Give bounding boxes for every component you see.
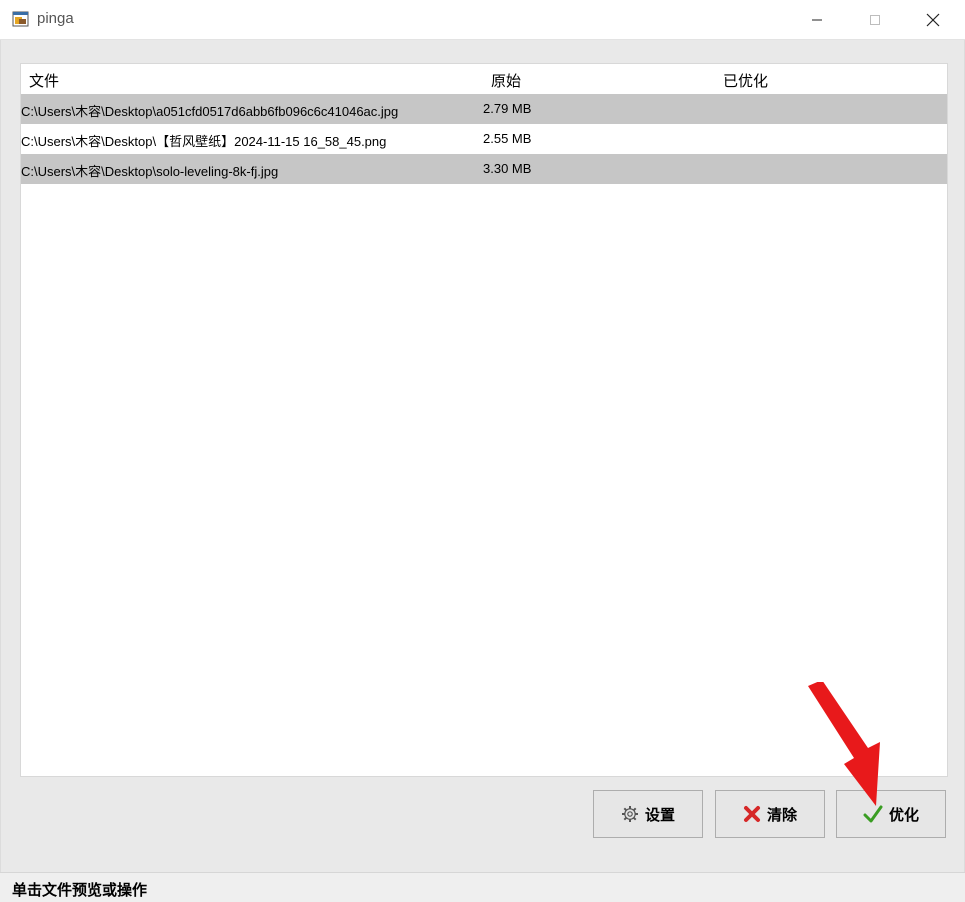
file-rows: C:\Users\木容\Desktop\a051cfd0517d6abb6fb0… (21, 94, 947, 184)
red-x-icon (743, 806, 760, 822)
file-path: C:\Users\木容\Desktop\solo-leveling-8k-fj.… (21, 164, 279, 179)
file-list[interactable]: 文件 原始 已优化 C:\Users\木容\Desktop\a051cfd051… (20, 63, 948, 777)
file-path: C:\Users\木容\Desktop\a051cfd0517d6abb6fb0… (21, 104, 399, 119)
minimize-icon (812, 19, 822, 21)
column-header-original[interactable]: 原始 (491, 70, 521, 91)
original-size: 2.79 MB (483, 101, 532, 116)
green-check-icon (863, 805, 883, 823)
minimize-button[interactable] (788, 0, 846, 40)
original-size: 2.55 MB (483, 131, 532, 146)
clear-button[interactable]: 清除 (715, 790, 825, 838)
settings-button[interactable]: 设置 (593, 790, 703, 838)
list-header: 文件 原始 已优化 (21, 64, 947, 94)
optimize-label: 优化 (888, 806, 919, 824)
window-title: pinga (37, 10, 74, 27)
column-header-file[interactable]: 文件 (29, 70, 59, 91)
maximize-icon (870, 15, 880, 25)
status-bar: 单击文件预览或操作 (0, 872, 965, 902)
table-row[interactable]: C:\Users\木容\Desktop\【哲风壁纸】2024-11-15 16_… (21, 124, 947, 154)
title-bar: pinga (0, 0, 965, 40)
settings-label: 设置 (644, 806, 675, 824)
optimize-button[interactable]: 优化 (836, 790, 946, 838)
main-panel: 文件 原始 已优化 C:\Users\木容\Desktop\a051cfd051… (0, 40, 965, 872)
app-window-icon (12, 11, 29, 27)
table-row[interactable]: C:\Users\木容\Desktop\solo-leveling-8k-fj.… (21, 154, 947, 184)
close-button[interactable] (904, 0, 962, 40)
original-size: 3.30 MB (483, 161, 532, 176)
table-row[interactable]: C:\Users\木容\Desktop\a051cfd0517d6abb6fb0… (21, 94, 947, 124)
column-header-optimized[interactable]: 已优化 (723, 70, 768, 91)
close-icon (926, 13, 940, 27)
gear-icon (621, 806, 638, 822)
status-text: 单击文件预览或操作 (12, 882, 148, 899)
maximize-button[interactable] (846, 0, 904, 40)
file-path: C:\Users\木容\Desktop\【哲风壁纸】2024-11-15 16_… (21, 134, 387, 149)
clear-label: 清除 (766, 806, 797, 824)
